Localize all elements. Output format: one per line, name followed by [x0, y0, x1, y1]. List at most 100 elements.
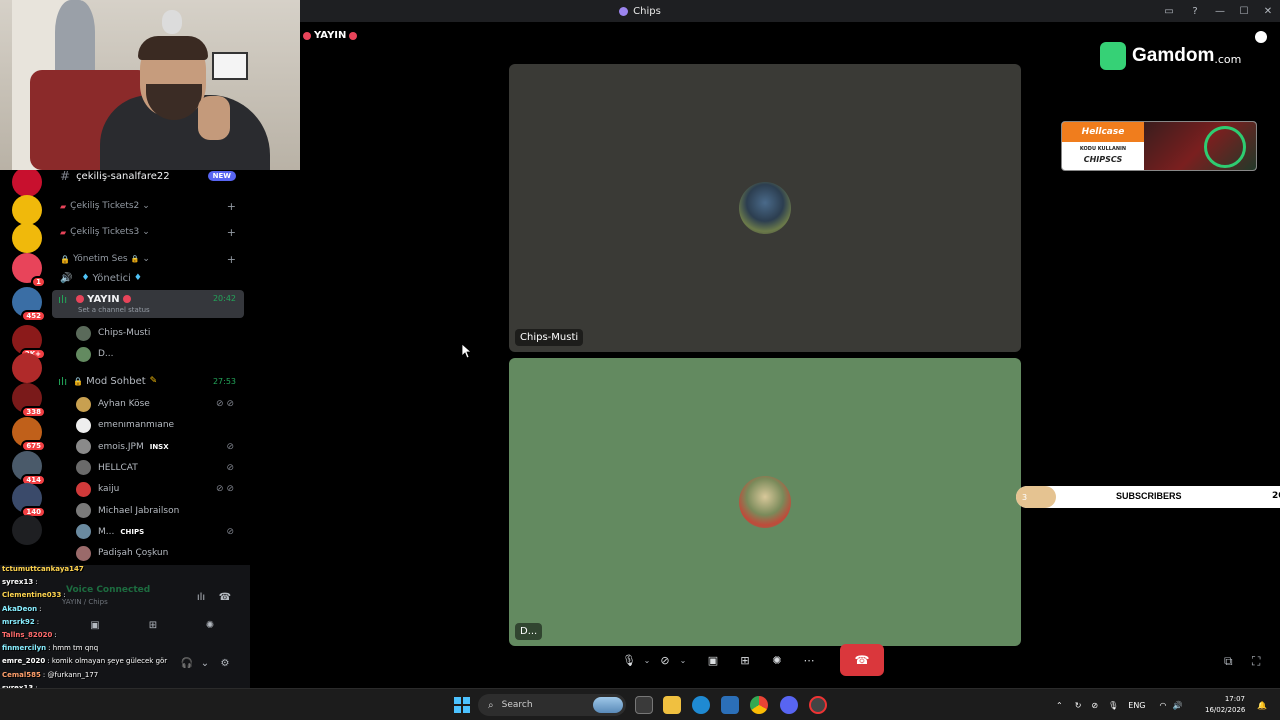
voice-member[interactable]: Padişah Çoşkun — [76, 544, 244, 562]
voice-member[interactable]: HELLCAT ⊘ — [76, 459, 244, 477]
member-name: HELLCAT — [98, 462, 138, 473]
soundboard-icon[interactable]: ✺ — [199, 616, 221, 634]
member-tag: INSX — [149, 442, 169, 451]
chevron-down-icon[interactable]: ⌄ — [676, 646, 690, 674]
voice-member[interactable]: emenımanmıane — [76, 416, 244, 434]
windows-start-icon[interactable] — [454, 697, 470, 713]
gamdom-logo — [1100, 42, 1126, 70]
server-icon[interactable]: 140 — [12, 483, 46, 518]
discord-icon[interactable] — [780, 696, 798, 714]
server-icon[interactable] — [12, 353, 42, 383]
voice-member[interactable]: Chips-Musti — [76, 324, 244, 342]
category-yonetim-ses[interactable]: 🔒 Yönetim Ses 🔒 ⌄ + — [52, 250, 244, 268]
store-icon[interactable] — [721, 696, 739, 714]
disconnect-button[interactable]: ☎ — [840, 644, 884, 676]
add-channel-icon[interactable]: + — [227, 226, 236, 239]
voice-member[interactable]: Michael Jabrailson — [76, 502, 244, 520]
voice-member[interactable]: kaiju ⊘ ⊘ — [76, 480, 244, 498]
microphone-icon[interactable]: 🎙 — [1108, 701, 1118, 710]
server-badge: 452 — [21, 310, 46, 322]
popout-icon[interactable]: ⧉ — [1224, 654, 1233, 669]
volume-icon[interactable]: 🔊 — [1173, 701, 1183, 710]
chat-text: : @furkann_177 — [42, 670, 99, 679]
avatar — [76, 460, 91, 476]
hellcase-ring — [1204, 126, 1246, 168]
fullscreen-icon[interactable]: ⛶ — [1252, 654, 1260, 669]
camera-off-icon[interactable]: ⊘ — [654, 646, 676, 674]
voice-member[interactable]: Ayhan Köse ⊘ ⊘ — [76, 395, 244, 413]
muted-icon: ⊘ — [226, 462, 234, 473]
chat-text: : komik olmayan şeye gülecek gör — [47, 657, 168, 666]
category-tickets2[interactable]: ▰ Çekiliş Tickets2 ⌄ + — [52, 197, 244, 215]
chrome-icon[interactable] — [750, 696, 768, 714]
chat-bubble-icon[interactable] — [1255, 31, 1267, 43]
widget-icon[interactable] — [593, 697, 623, 713]
notifications-icon[interactable]: 🔔 — [1257, 689, 1267, 720]
chevron-down-icon[interactable]: ⌄ — [640, 646, 654, 674]
chat-username: mrsrk92 — [2, 617, 35, 626]
channel-yonetici[interactable]: 🔊 ♦ Yönetici ♦ — [52, 269, 244, 287]
minimize-button[interactable]: — — [1208, 0, 1232, 22]
network-off-icon[interactable]: ⊘ — [1091, 701, 1098, 710]
sync-icon[interactable]: ↻ — [1075, 701, 1082, 710]
server-icon — [619, 6, 629, 16]
help-icon[interactable]: ? — [1182, 0, 1208, 22]
window-title-group: Chips — [619, 6, 661, 17]
app-icon[interactable] — [809, 696, 827, 714]
add-channel-icon[interactable]: + — [227, 253, 236, 266]
screen-share-icon[interactable]: ▣ — [702, 646, 724, 674]
disconnect-icon[interactable]: ☎ — [214, 588, 236, 606]
add-channel-icon[interactable]: + — [227, 200, 236, 213]
soundboard-icon[interactable]: ✺ — [766, 646, 788, 674]
server-icon[interactable]: 1 — [12, 253, 46, 288]
hellcase-sub: KODU KULLANIN — [1079, 146, 1127, 152]
server-icon[interactable]: 338 — [12, 383, 46, 418]
wifi-icon[interactable]: ◠ — [1160, 701, 1167, 710]
category-tickets3[interactable]: ▰ Çekiliş Tickets3 ⌄ + — [52, 223, 244, 241]
settings-gear-icon[interactable]: ⚙ — [214, 654, 236, 672]
subs-label: SUBSCRIBERS — [1116, 491, 1182, 501]
speaker-icon: 🔊 — [60, 272, 73, 284]
channel-name: Yönetici — [92, 272, 131, 284]
video-tile-d[interactable]: D... — [509, 358, 1021, 646]
activities-icon[interactable]: ⊞ — [734, 646, 756, 674]
voice-channel-mod-sohbet[interactable]: ılı 🔒 Mod Sohbet ✎ 27:53 — [52, 372, 244, 390]
close-button[interactable]: ✕ — [1256, 0, 1280, 22]
voice-member[interactable]: D... — [76, 345, 244, 363]
language-indicator[interactable]: ENG — [1128, 701, 1145, 710]
microphone-icon[interactable]: 🎙 — [618, 646, 640, 674]
inbox-icon[interactable]: ▭ — [1156, 0, 1182, 22]
file-explorer-icon[interactable] — [663, 696, 681, 714]
chat-username: emre_2020 — [2, 657, 46, 666]
maximize-button[interactable]: ☐ — [1232, 0, 1256, 22]
voice-member[interactable]: emois.JPM INSX ⊘ — [76, 438, 244, 456]
server-icon[interactable] — [12, 195, 42, 225]
voice-channel-title: YAYIN — [73, 294, 133, 305]
server-icon[interactable]: 2K+ — [12, 325, 46, 360]
server-icon[interactable]: 675 — [12, 417, 46, 452]
subs-goal: 20 — [1272, 491, 1280, 501]
taskbar-clock[interactable]: 17:07 16/02/2026 — [1205, 694, 1245, 716]
server-icon[interactable] — [12, 223, 42, 253]
voice-channel-yayin[interactable]: ılı YAYIN 20:42 Set a channel status — [52, 290, 244, 318]
server-icon[interactable] — [12, 167, 42, 197]
pencil-icon: ✎ — [149, 376, 158, 386]
avatar — [76, 545, 91, 561]
voice-member[interactable]: M... CHIPS ⊘ — [76, 523, 244, 541]
member-name: Michael Jabrailson — [98, 505, 180, 516]
task-view-icon[interactable] — [635, 696, 653, 714]
chat-text: : hmm tm qnq — [48, 644, 99, 653]
chevron-up-icon[interactable]: ⌃ — [1056, 701, 1063, 710]
channel-status[interactable]: Set a channel status — [78, 306, 150, 314]
server-icon[interactable] — [12, 515, 42, 545]
lock-icon: 🔒 — [60, 254, 70, 264]
edge-icon[interactable] — [692, 696, 710, 714]
screen: Chips ▭ ? — ☐ ✕ YAYIN Chips-Musti D... 🎙… — [0, 0, 1280, 720]
server-icon[interactable]: 414 — [12, 451, 46, 486]
gamdom-brand: Gamdom — [1132, 45, 1215, 66]
chat-message: syrex13: — [2, 576, 202, 589]
video-tile-chips-musti[interactable]: Chips-Musti — [509, 64, 1021, 352]
more-options-icon[interactable]: ⋯ — [798, 646, 820, 674]
chat-message: Clementine033: — [2, 589, 202, 602]
server-icon[interactable]: 452 — [12, 287, 46, 322]
